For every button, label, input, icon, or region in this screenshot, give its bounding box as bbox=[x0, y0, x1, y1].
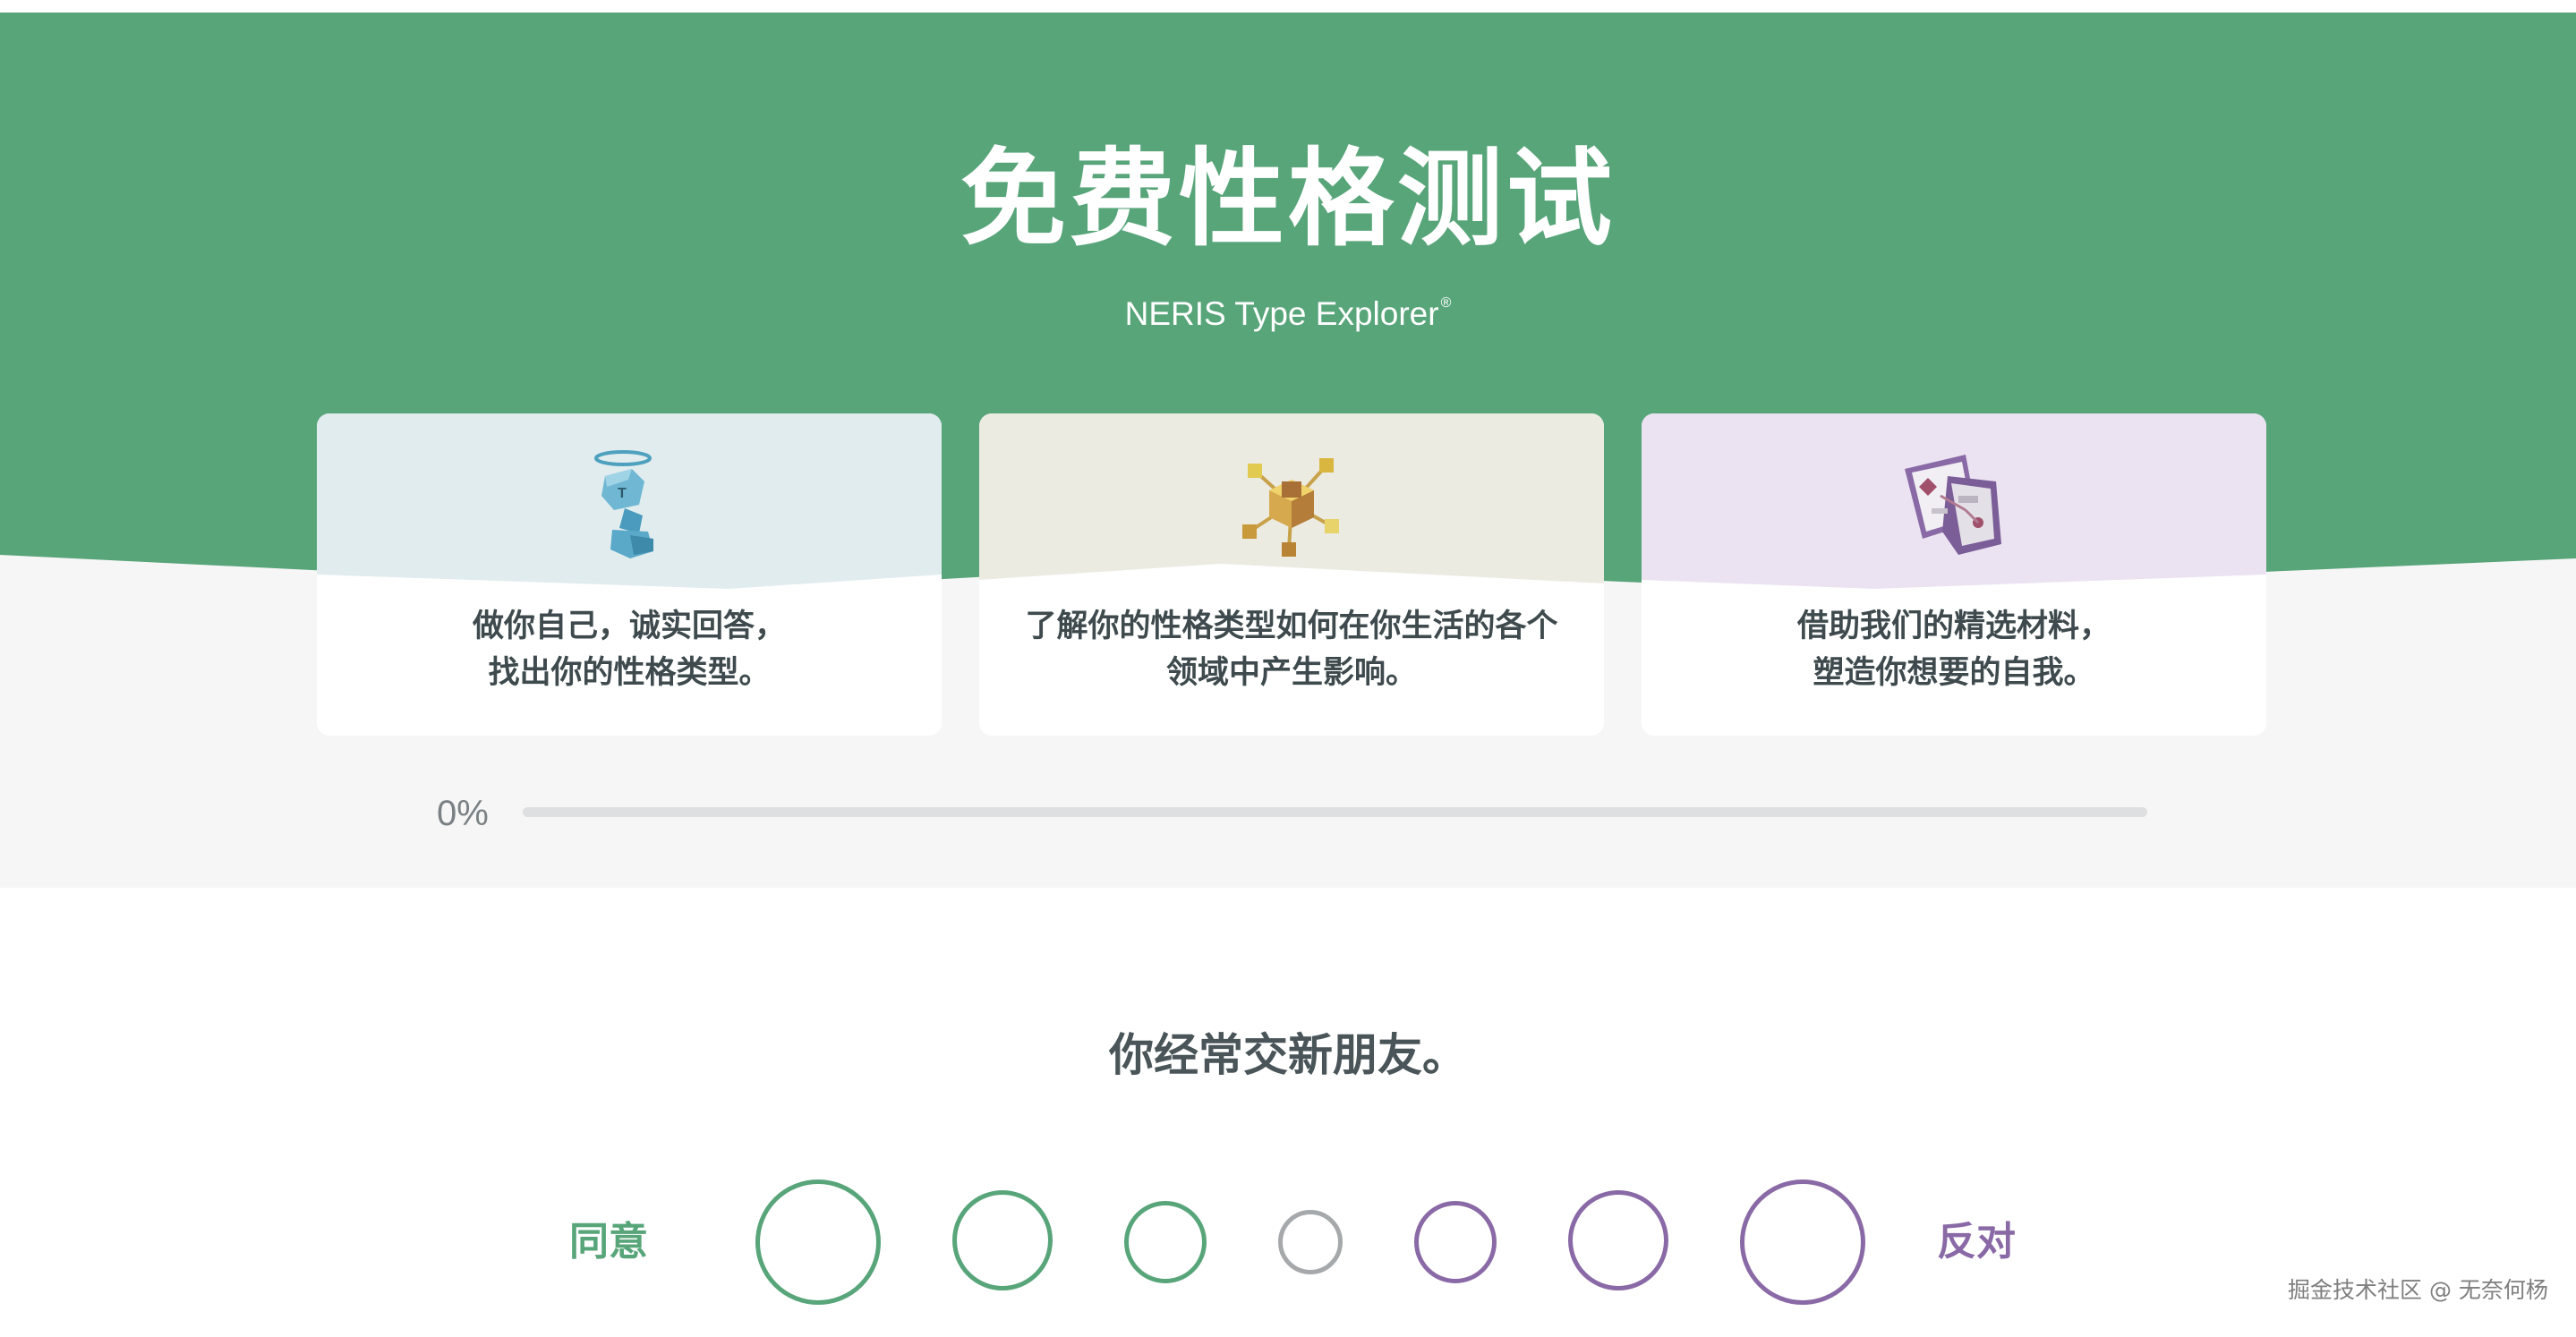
svg-text:T: T bbox=[618, 486, 627, 501]
subtitle-text: NERIS Type Explorer bbox=[1124, 295, 1439, 332]
card-line-1: 借助我们的精选材料， bbox=[1796, 609, 2111, 644]
personality-test-page: 免费性格测试 NERIS Type Explorer ® T 做你自己，诚实回答，… bbox=[0, 0, 2576, 1337]
card-description: 了解你的性格类型如何在你生活的各个 领域中产生影响。 bbox=[1006, 603, 1577, 696]
card-description: 做你自己，诚实回答， 找出你的性格类型。 bbox=[344, 603, 915, 696]
option-slightly-disagree[interactable] bbox=[1414, 1201, 1497, 1283]
registered-mark: ® bbox=[1440, 295, 1452, 311]
option-agree[interactable] bbox=[952, 1190, 1053, 1290]
option-slightly-agree[interactable] bbox=[1124, 1201, 1207, 1283]
progress-percentage: 0% bbox=[437, 794, 489, 833]
intro-card-materials: 借助我们的精选材料， 塑造你想要的自我。 bbox=[1642, 413, 2266, 736]
connected-cubes-icon bbox=[979, 446, 1604, 562]
disagree-label: 反对 bbox=[1937, 1219, 2016, 1265]
card-line-2: 塑造你想要的自我。 bbox=[1813, 655, 2095, 691]
option-strongly-agree[interactable] bbox=[755, 1179, 881, 1305]
progress-bar bbox=[523, 807, 2147, 817]
card-line-1: 了解你的性格类型如何在你生活的各个 bbox=[1025, 609, 1558, 644]
option-disagree[interactable] bbox=[1568, 1190, 1668, 1290]
cube-figure-with-halo-icon: T bbox=[317, 446, 942, 562]
card-line-2: 领域中产生影响。 bbox=[1165, 655, 1417, 691]
intro-card-be-yourself: T 做你自己，诚实回答， 找出你的性格类型。 bbox=[317, 413, 942, 736]
maps-materials-icon bbox=[1642, 446, 2266, 562]
watermark: 掘金技术社区 @ 无奈何杨 bbox=[2288, 1277, 2548, 1303]
card-description: 借助我们的精选材料， 塑造你想要的自我。 bbox=[1668, 603, 2239, 696]
intro-card-life-areas: 了解你的性格类型如何在你生活的各个 领域中产生影响。 bbox=[979, 413, 1604, 736]
page-subtitle: NERIS Type Explorer ® bbox=[0, 281, 2576, 336]
agree-label: 同意 bbox=[569, 1219, 648, 1265]
card-line-1: 做你自己，诚实回答， bbox=[472, 609, 786, 644]
option-neutral[interactable] bbox=[1278, 1210, 1343, 1274]
card-line-2: 找出你的性格类型。 bbox=[488, 655, 771, 691]
question-text: 你经常交新朋友。 bbox=[1109, 1029, 1467, 1081]
page-title: 免费性格测试 bbox=[960, 137, 1616, 260]
option-strongly-disagree[interactable] bbox=[1740, 1179, 1865, 1305]
